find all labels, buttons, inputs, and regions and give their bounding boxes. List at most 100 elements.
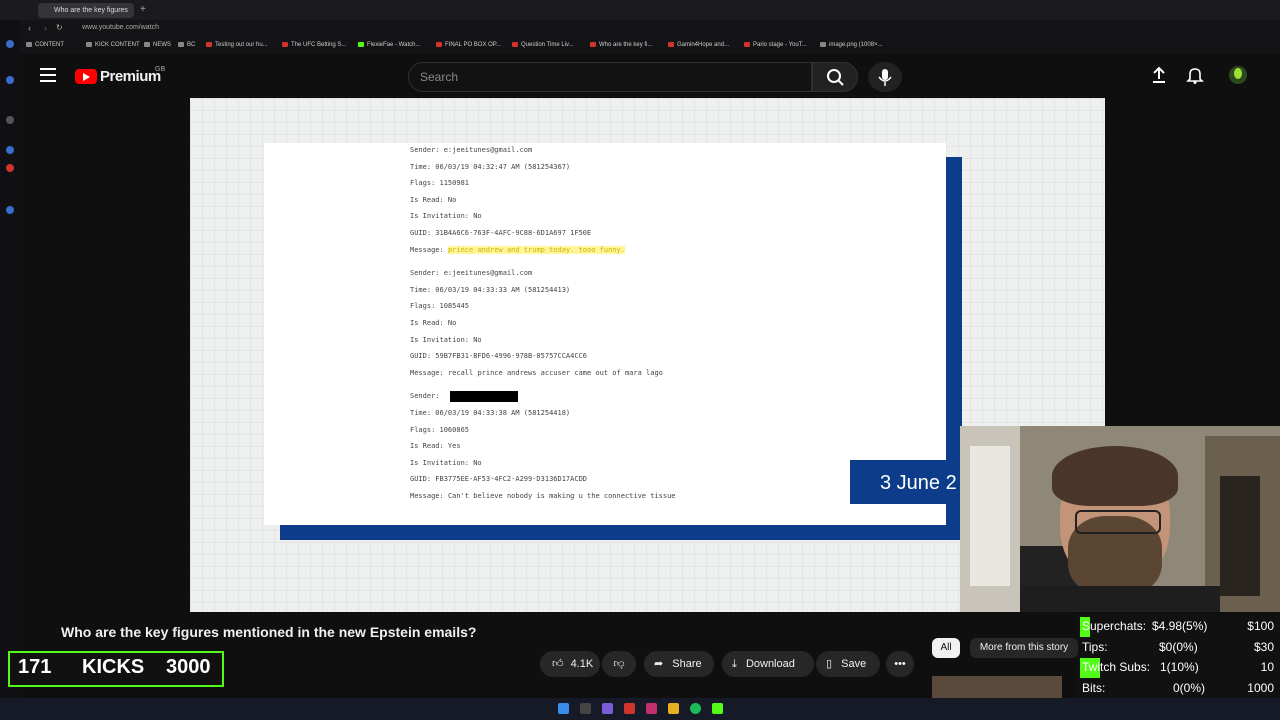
like-button[interactable]: 👍︎ 4.1K: [540, 651, 600, 677]
sidebar-app-icon[interactable]: [6, 146, 14, 154]
message-guid: GUID: 31B4A6C6-763F-4AFC-9C88-6D1A697 1F…: [410, 229, 592, 237]
bookmark-item[interactable]: CONTENT: [26, 42, 64, 48]
video-title: Who are the key figures mentioned in the…: [61, 624, 477, 640]
message-flags: Flags: 1085445: [410, 302, 470, 311]
bookmark-item[interactable]: The UFC Betting S...: [282, 42, 346, 48]
browser-tab-active[interactable]: Who are the key figures: [38, 3, 134, 18]
bookmark-item[interactable]: KICK CONTENT: [86, 42, 140, 48]
share-icon: ➦: [654, 658, 664, 670]
related-video-thumbnail[interactable]: [932, 676, 1062, 698]
browser-tab-bar: [0, 0, 1280, 20]
start-icon[interactable]: [558, 703, 569, 714]
bookmark-label: BC: [187, 42, 196, 49]
search-button[interactable]: [812, 62, 858, 92]
message-is-read: Is Read: Yes: [410, 442, 461, 451]
app-taskbar-icon[interactable]: [624, 703, 635, 714]
goal-value: 0(0%): [1173, 681, 1206, 695]
sidebar-app-icon[interactable]: [6, 206, 14, 214]
message-guid: GUID: FB3775EE-AF53-4FC2-A299-D3136D17AC…: [410, 475, 588, 484]
bookmark-icon: [744, 42, 750, 47]
bookmark-item[interactable]: NEWS: [144, 42, 171, 48]
bookmark-label: Pario stage - YouT...: [753, 42, 807, 49]
reload-icon[interactable]: ↻: [56, 23, 63, 32]
forward-icon[interactable]: ›: [44, 23, 47, 33]
message-is-invitation: Is Invitation: No: [410, 212, 482, 221]
bookmark-item[interactable]: BC: [178, 42, 195, 48]
goal-target: $30: [1253, 640, 1274, 654]
sidebar-app-icon[interactable]: [6, 76, 14, 84]
app-taskbar-icon[interactable]: [602, 703, 613, 714]
bookmark-item[interactable]: FINAL PO BOX OP...: [436, 42, 501, 48]
message-is-read: Is Read: No: [410, 319, 457, 327]
webcam-feed: [960, 426, 1280, 612]
menu-icon[interactable]: [40, 68, 56, 82]
bookmark-item[interactable]: image.png (1008×...: [820, 42, 883, 48]
chip-more-from-story[interactable]: More from this story: [970, 638, 1078, 658]
download-button[interactable]: ⤓ Download: [722, 651, 814, 677]
search-taskbar-icon[interactable]: [580, 703, 591, 714]
message-sender: Sender: e:jeeitunes@gmail.com: [410, 146, 533, 154]
bookmark-item[interactable]: FlexieFae - Watch...: [358, 42, 420, 48]
search-icon: [827, 69, 844, 86]
youtube-logo-icon[interactable]: [75, 69, 97, 84]
bookmark-icon: [282, 42, 288, 47]
message-time: Time: 06/03/19 04:32:47 AM (581254367): [410, 162, 571, 171]
message-text: prince andrew and trump today. tooo funn…: [447, 245, 625, 254]
goal-value: $0(0%): [1159, 640, 1198, 654]
message-is-read: Is Read: No: [410, 195, 457, 204]
search-placeholder: Search: [420, 70, 459, 84]
message-text: recall prince andrews accuser came out o…: [447, 368, 663, 377]
save-button[interactable]: ▯ Save: [816, 651, 880, 677]
back-icon[interactable]: ‹: [28, 23, 31, 33]
bookmark-label: image.png (1008×...: [829, 42, 883, 49]
bookmark-icon: [86, 42, 92, 47]
bookmark-item[interactable]: Pario stage - YouT...: [744, 42, 807, 48]
sidebar-app-icon[interactable]: [6, 116, 14, 124]
dislike-button[interactable]: 👎︎: [602, 651, 636, 677]
upload-icon[interactable]: [1150, 66, 1168, 89]
url-text[interactable]: www.youtube.com/watch: [82, 24, 159, 31]
share-button[interactable]: ➦ Share: [644, 651, 714, 677]
thumbs-up-icon: 👍︎: [552, 658, 564, 670]
bookmark-item[interactable]: Testing out our hu...: [206, 42, 268, 48]
goal-target: $100: [1247, 619, 1274, 633]
message-label: Message:: [410, 245, 448, 254]
region-code: GB: [155, 66, 166, 73]
goal-label: Bits:: [1082, 681, 1106, 695]
sidebar-app-icon[interactable]: [6, 40, 14, 48]
message-is-invitation: Is Invitation: No: [410, 335, 482, 344]
avatar[interactable]: [1229, 66, 1247, 84]
address-bar[interactable]: [20, 20, 1280, 38]
bookmark-label: The UFC Betting S...: [291, 42, 347, 49]
sidebar-app-icon[interactable]: [6, 164, 14, 172]
message-sender: Sender:: [410, 392, 440, 401]
goal-value: 1(10%): [1160, 660, 1199, 674]
app-taskbar-icon[interactable]: [712, 703, 723, 714]
app-taskbar-icon[interactable]: [646, 703, 657, 714]
bookmark-item[interactable]: Gamin4Hope and...: [668, 42, 729, 48]
message-line: Message: prince andrew and trump today. …: [410, 245, 625, 254]
logo-text[interactable]: Premium: [100, 68, 161, 85]
new-tab-icon[interactable]: +: [140, 4, 146, 15]
notifications-bell-icon[interactable]: [1186, 66, 1204, 89]
bookmark-item[interactable]: Question Time Liv...: [512, 42, 574, 48]
bookmark-icon: [26, 42, 32, 47]
bookmark-icon: [144, 42, 150, 47]
more-actions-button[interactable]: •••: [886, 651, 914, 677]
email-document: [264, 143, 946, 525]
search-input[interactable]: [408, 62, 812, 92]
goal-label: Tips:: [1082, 640, 1108, 654]
kicks-label: KICKS: [82, 656, 145, 678]
download-icon: ⤓: [732, 658, 737, 670]
slide-accent-bar: [280, 524, 960, 540]
chip-all[interactable]: All: [932, 638, 960, 658]
voice-search-button[interactable]: [868, 62, 902, 92]
browser-sidebar: [0, 20, 20, 700]
bookmark-label: NEWS: [153, 42, 171, 49]
message-text: Can't believe nobody is making u the con…: [447, 492, 676, 500]
bookmark-item[interactable]: Who are the key fi...: [590, 42, 652, 48]
spotify-taskbar-icon[interactable]: [690, 703, 701, 714]
folder-taskbar-icon[interactable]: [668, 703, 679, 714]
kicks-current: 171: [18, 656, 52, 678]
bookmark-icon: [206, 42, 212, 47]
